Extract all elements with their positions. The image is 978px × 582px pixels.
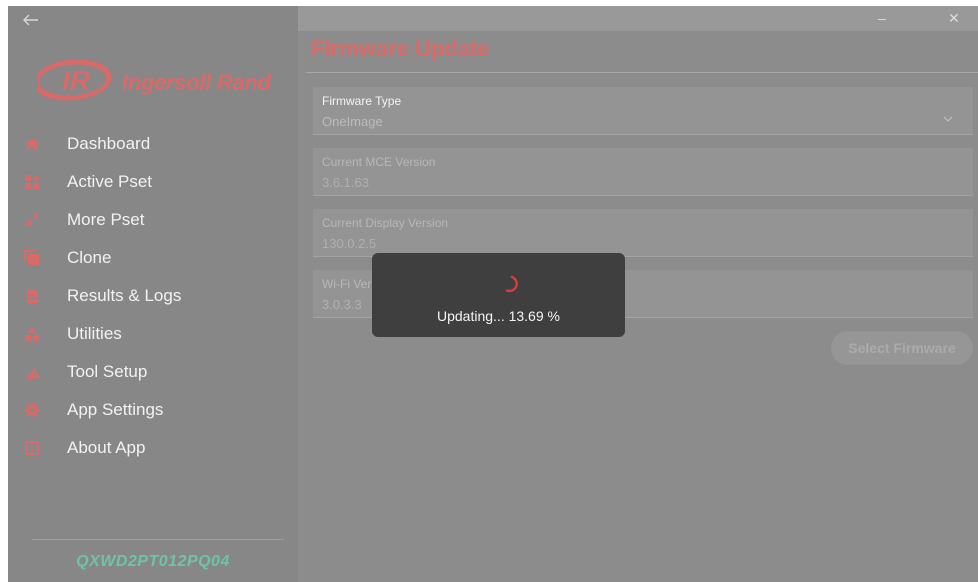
- sidebar-item-about-app[interactable]: About App: [8, 430, 298, 466]
- shapes-icon: [25, 327, 40, 342]
- field-label: Current Display Version: [322, 216, 449, 230]
- tool-setup-icon: [25, 367, 40, 380]
- field-value: 3.0.3.3: [322, 297, 362, 312]
- sidebar-item-utilities[interactable]: Utilities: [8, 316, 298, 352]
- mce-version-field: Current MCE Version 3.6.1.63: [313, 148, 973, 196]
- sidebar-item-label: About App: [67, 438, 146, 457]
- brand-name: Ingersoll Rand: [122, 70, 271, 95]
- sidebar: IR Ingersoll Rand Dashboard Active Pset: [8, 6, 298, 582]
- field-label: Firmware Type: [322, 94, 402, 108]
- divider: [32, 539, 284, 540]
- update-progress-dialog: Updating... 13.69 %: [372, 253, 625, 337]
- active-pset-icon: [25, 175, 39, 189]
- device-serial-number: QXWD2PT012PQ04: [76, 553, 230, 570]
- sidebar-item-label: Tool Setup: [67, 362, 148, 381]
- svg-text:IR: IR: [62, 65, 91, 96]
- sidebar-item-label: Clone: [67, 248, 112, 267]
- sidebar-item-clone[interactable]: Clone: [8, 240, 298, 276]
- select-firmware-button[interactable]: Select Firmware: [831, 331, 973, 365]
- field-label: Current MCE Version: [322, 155, 436, 169]
- sidebar-item-label: App Settings: [67, 400, 164, 419]
- clone-icon: [24, 250, 39, 265]
- sidebar-item-results-logs[interactable]: Results & Logs: [8, 278, 298, 314]
- firmware-type-select[interactable]: Firmware Type OneImage: [313, 87, 973, 135]
- page-title: Firmware Update: [311, 36, 490, 61]
- info-icon: [25, 441, 39, 455]
- home-icon: [25, 138, 39, 150]
- app-window: IR Ingersoll Rand Dashboard Active Pset: [8, 6, 978, 582]
- sidebar-item-label: Dashboard: [67, 134, 151, 153]
- progress-text: Updating... 13.69 %: [437, 308, 560, 324]
- sidebar-item-label: Active Pset: [67, 172, 153, 191]
- sidebar-item-tool-setup[interactable]: Tool Setup: [8, 354, 298, 390]
- display-version-field: Current Display Version 130.0.2.5: [313, 209, 973, 257]
- document-icon: [27, 289, 38, 303]
- sidebar-item-dashboard[interactable]: Dashboard: [8, 126, 298, 162]
- field-label: Wi-Fi Ver: [322, 277, 372, 291]
- back-arrow-icon[interactable]: [20, 12, 40, 28]
- field-value: OneImage: [322, 114, 383, 129]
- minimize-button[interactable]: –: [878, 10, 890, 26]
- sidebar-item-app-settings[interactable]: App Settings: [8, 392, 298, 428]
- sidebar-item-label: More Pset: [67, 210, 145, 229]
- window-title-bar: – ✕: [298, 6, 978, 31]
- field-value: 130.0.2.5: [322, 236, 377, 251]
- sidebar-item-label: Results & Logs: [67, 286, 182, 305]
- chevron-down-icon: [943, 116, 953, 122]
- ir-logo-mark: IR: [38, 59, 112, 101]
- gears-icon: [25, 213, 39, 227]
- close-button[interactable]: ✕: [948, 10, 960, 27]
- field-value: 3.6.1.63: [322, 175, 369, 190]
- sidebar-item-more-pset[interactable]: More Pset: [8, 202, 298, 238]
- sidebar-item-active-pset[interactable]: Active Pset: [8, 164, 298, 200]
- sidebar-item-label: Utilities: [67, 324, 122, 343]
- loading-spinner-icon: [505, 275, 518, 293]
- gear-icon: [24, 402, 40, 418]
- divider: [306, 72, 978, 73]
- brand-logo: IR Ingersoll Rand: [38, 58, 278, 108]
